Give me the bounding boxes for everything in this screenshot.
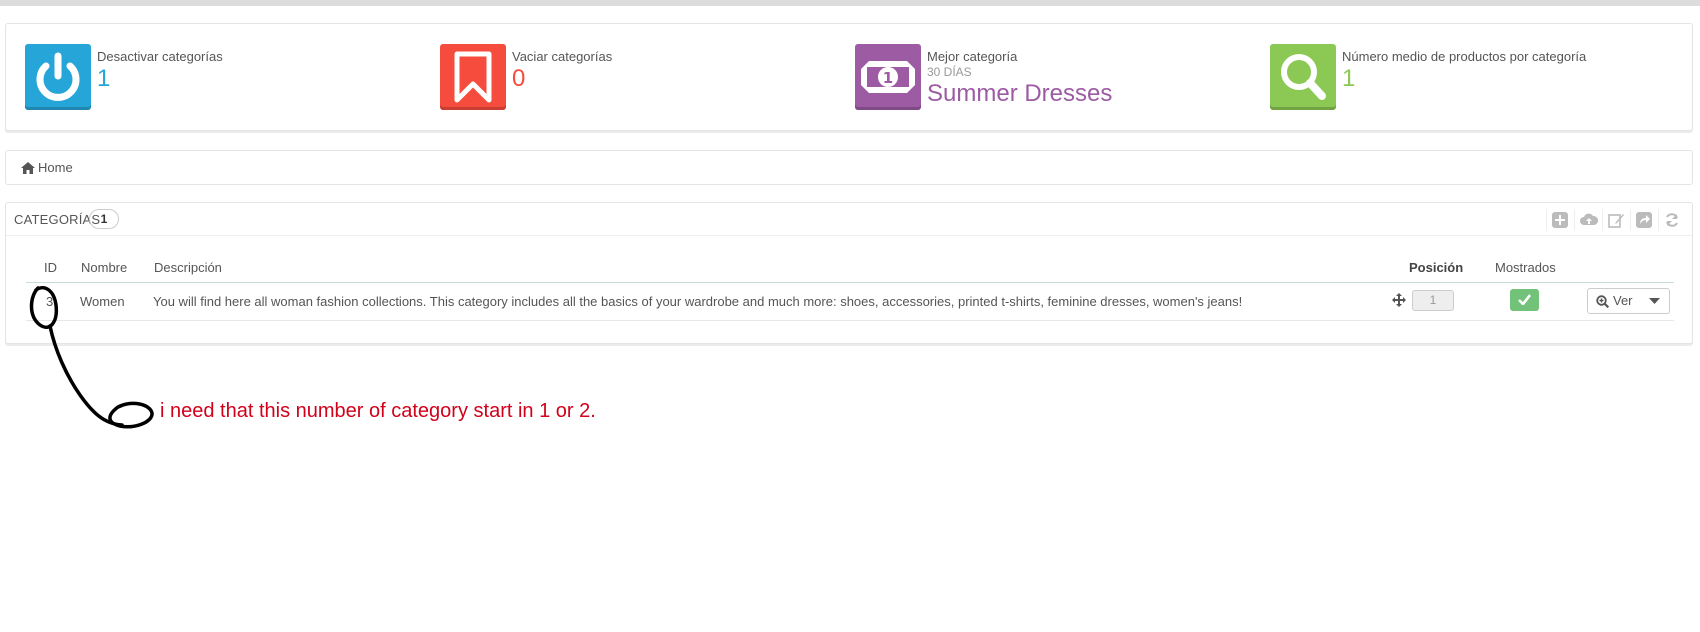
hand-drawn-annotation: [29, 285, 154, 429]
annotation-note: i need that this number of category star…: [160, 400, 596, 422]
